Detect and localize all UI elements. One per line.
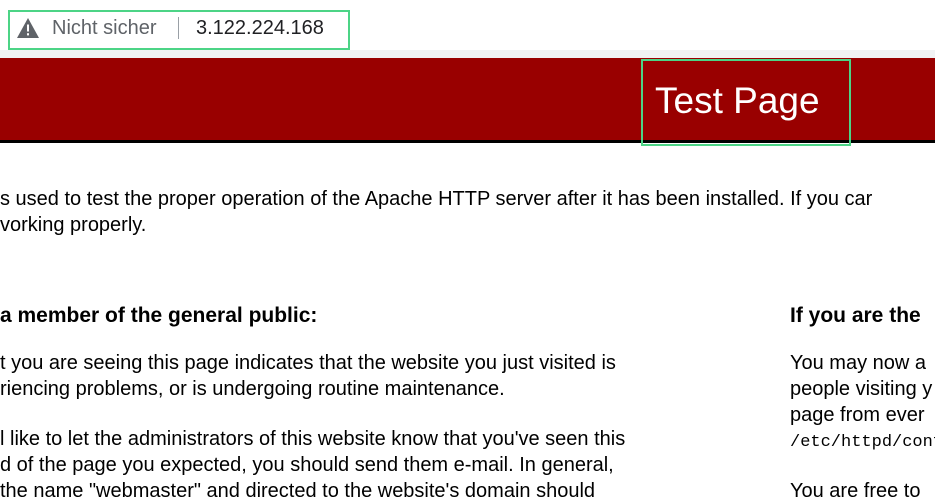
- url-text[interactable]: 3.122.224.168: [196, 17, 324, 40]
- owner-paragraph-2-line-1: You are free to: [790, 480, 921, 502]
- public-paragraph-1-line-1: t you are seeing this page indicates tha…: [0, 352, 616, 374]
- page-title: Test Page: [655, 80, 820, 121]
- public-paragraph-2-line-2: d of the page you expected, you should s…: [0, 454, 614, 476]
- not-secure-label[interactable]: Nicht sicher: [52, 17, 156, 40]
- public-paragraph-2-line-3: the name "webmaster" and directed to the…: [0, 480, 596, 502]
- warning-triangle-icon[interactable]: [16, 17, 40, 39]
- owner-paragraph-1-line-3: page from ever: [790, 404, 925, 426]
- address-separator: [178, 17, 179, 39]
- config-path-code: /etc/httpd/conf: [790, 433, 935, 452]
- owner-heading: If you are the: [790, 304, 921, 327]
- owner-paragraph-1-line-1: You may now a: [790, 352, 927, 374]
- public-paragraph-2-line-1: l like to let the administrators of this…: [0, 428, 626, 450]
- intro-line-1: s used to test the proper operation of t…: [0, 188, 873, 210]
- public-heading: a member of the general public:: [0, 304, 318, 327]
- public-paragraph-1-line-2: riencing problems, or is undergoing rout…: [0, 378, 505, 400]
- intro-line-2: vorking properly.: [0, 214, 147, 236]
- owner-paragraph-1-line-2: people visiting y: [790, 378, 933, 400]
- toolbar-divider: [0, 50, 935, 58]
